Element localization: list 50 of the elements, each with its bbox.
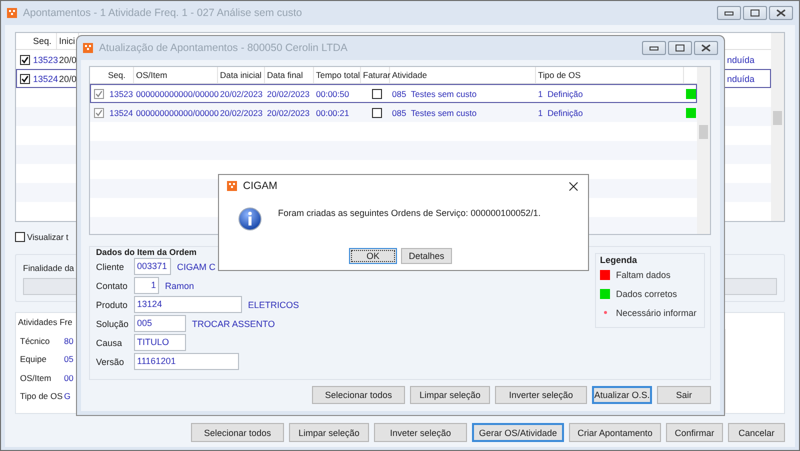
table-cell-text: nduída bbox=[726, 54, 756, 64]
field-label: Produto bbox=[96, 300, 129, 310]
window-title: Atualização de Apontamentos - 800050 Cerolin LTDA bbox=[99, 42, 348, 54]
field-description: Ramon bbox=[165, 280, 194, 290]
window-title: Apontamentos - 1 Atividade Freq. 1 - 027 Análise sem custo bbox=[23, 7, 302, 19]
table-cell-text: 13524 bbox=[108, 108, 134, 118]
field-label: Técnico bbox=[20, 336, 51, 348]
legend-title: Legenda bbox=[600, 255, 638, 265]
group-title: Dados do Item da Ordem bbox=[96, 247, 198, 257]
table-cell: 000000000000/00000 bbox=[135, 88, 219, 98]
table-cell-text: 00:00:21 bbox=[315, 108, 350, 118]
checkbox-label: Visualizar t bbox=[27, 232, 68, 242]
field-value: G bbox=[64, 390, 71, 403]
table-cell-text: nduída bbox=[726, 74, 756, 84]
table-cell-text: 13523 bbox=[108, 88, 134, 98]
field-description: ELETRICOS bbox=[248, 300, 300, 310]
field-description: CIGAM C bbox=[177, 262, 216, 272]
group-title: Finalidade da bbox=[23, 263, 74, 273]
table-cell-text: 1 Definição bbox=[537, 88, 584, 98]
field-label: Causa bbox=[96, 338, 124, 348]
field-label: Equipe bbox=[20, 354, 48, 366]
table-cell: 13524 bbox=[32, 74, 58, 84]
legend-label: Dados corretos bbox=[616, 288, 678, 298]
field-value: 05 bbox=[64, 354, 74, 366]
table-cell-text: 20/02/2023 bbox=[219, 88, 264, 98]
table-cell-text: 00:00:50 bbox=[315, 88, 350, 98]
table-cell: 13523 bbox=[32, 54, 58, 64]
dialog-title: CIGAM bbox=[243, 180, 278, 192]
legend-label: Faltam dados bbox=[616, 270, 671, 280]
table-cell-text: 20/02/2023 bbox=[266, 88, 311, 98]
field-label: Versão bbox=[96, 356, 126, 366]
field-label: Cliente bbox=[96, 262, 126, 272]
field-label: OS/Item bbox=[20, 372, 52, 384]
table-cell: 000000000000/00000 bbox=[135, 108, 219, 118]
field-value: 80 bbox=[64, 336, 74, 348]
field-description: TROCAR ASSENTO bbox=[192, 318, 275, 328]
table-cell-text: 1 Definição bbox=[537, 108, 584, 118]
panel-title: Atividades Fre bbox=[18, 317, 74, 327]
field-value: 00 bbox=[64, 372, 74, 384]
field-label: Tipo de OS bbox=[20, 390, 64, 403]
table-cell-text: 085 Testes sem custo bbox=[391, 88, 478, 98]
table-cell: 20/0 bbox=[58, 74, 78, 84]
table-cell-text: 20/02/2023 bbox=[219, 108, 264, 118]
table-cell-text: 085 Testes sem custo bbox=[391, 108, 478, 118]
dialog-message: Foram criadas as seguintes Ordens de Serviço: 000000100052/1. bbox=[278, 208, 541, 218]
table-cell-text: 20/02/2023 bbox=[266, 108, 311, 118]
table-cell: 20/0 bbox=[58, 54, 78, 64]
field-label: Solução bbox=[96, 318, 130, 328]
legend-label: Necessário informar bbox=[616, 308, 697, 318]
field-label: Contato bbox=[96, 280, 129, 290]
